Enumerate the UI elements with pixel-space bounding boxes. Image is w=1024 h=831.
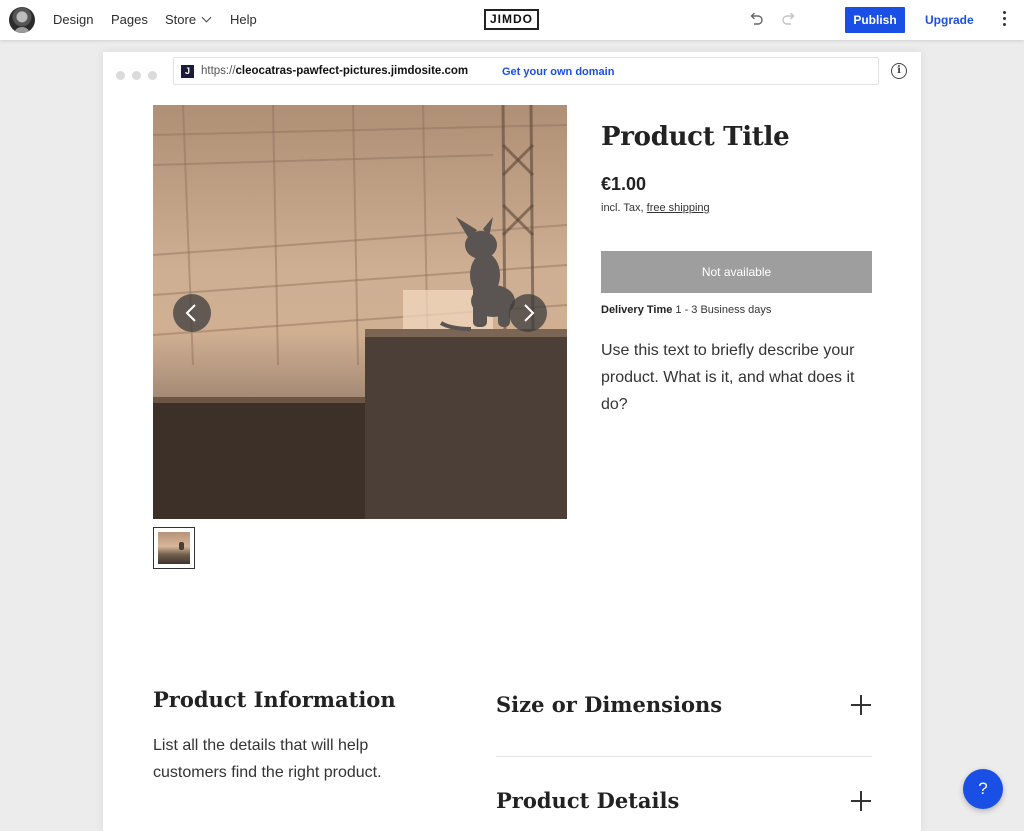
plus-icon[interactable]: [851, 791, 871, 811]
product-price: €1.00: [601, 174, 647, 194]
delivery-value: 1 - 3 Business days: [675, 304, 772, 316]
upgrade-link[interactable]: Upgrade: [925, 13, 974, 27]
jimdo-favicon: J: [181, 65, 194, 78]
nav-help[interactable]: Help: [230, 12, 257, 27]
url-bar: J https://cleocatras-pawfect-pictures.ji…: [173, 57, 879, 85]
tax-prefix: incl. Tax,: [601, 202, 644, 214]
info-icon[interactable]: i: [891, 63, 907, 79]
more-vertical-icon[interactable]: [1000, 11, 1008, 29]
nav-design[interactable]: Design: [53, 12, 93, 27]
site-url: https://cleocatras-pawfect-pictures.jimd…: [201, 65, 468, 77]
user-avatar[interactable]: [9, 7, 35, 33]
product-title[interactable]: Product Title: [601, 122, 790, 152]
carousel-next-button[interactable]: [509, 294, 547, 332]
nav-store[interactable]: Store: [165, 12, 212, 27]
redo-icon[interactable]: [780, 10, 798, 28]
accordion-divider: [496, 756, 872, 757]
undo-icon[interactable]: [747, 10, 765, 28]
window-dots: [116, 67, 164, 85]
free-shipping-link[interactable]: free shipping: [647, 202, 710, 214]
help-button[interactable]: ?: [963, 769, 1003, 809]
publish-button[interactable]: Publish: [845, 7, 905, 33]
cat-photo: [153, 105, 567, 519]
product-thumbnail[interactable]: [153, 527, 195, 569]
product-information-heading[interactable]: Product Information: [153, 687, 396, 712]
url-protocol: https://: [201, 65, 236, 77]
product-information-text[interactable]: List all the details that will help cust…: [153, 732, 413, 786]
not-available-button[interactable]: Not available: [601, 251, 872, 293]
site-preview-frame: J https://cleocatras-pawfect-pictures.ji…: [103, 52, 921, 831]
editor-topbar: Design Pages Store Help JIMDO Publish Up…: [0, 0, 1024, 40]
product-description[interactable]: Use this text to briefly describe your p…: [601, 337, 871, 418]
tax-note: incl. Tax, free shipping: [601, 202, 710, 214]
nav-pages[interactable]: Pages: [111, 12, 148, 27]
url-domain: cleocatras-pawfect-pictures.jimdosite.co…: [235, 65, 469, 77]
carousel-prev-button[interactable]: [173, 294, 211, 332]
delivery-time: Delivery Time 1 - 3 Business days: [601, 304, 771, 316]
delivery-label: Delivery Time: [601, 304, 673, 316]
accordion-details-title[interactable]: Product Details: [496, 788, 679, 813]
nav-store-label: Store: [165, 12, 197, 27]
get-domain-link[interactable]: Get your own domain: [502, 66, 614, 78]
chevron-left-icon: [185, 304, 196, 322]
jimdo-logo: JIMDO: [484, 9, 539, 30]
chevron-down-icon: [201, 12, 212, 23]
thumbnail-image: [158, 532, 190, 564]
chevron-right-icon: [524, 304, 535, 322]
plus-icon[interactable]: [851, 695, 871, 715]
accordion-size-title[interactable]: Size or Dimensions: [496, 692, 722, 717]
product-image: [153, 105, 567, 519]
